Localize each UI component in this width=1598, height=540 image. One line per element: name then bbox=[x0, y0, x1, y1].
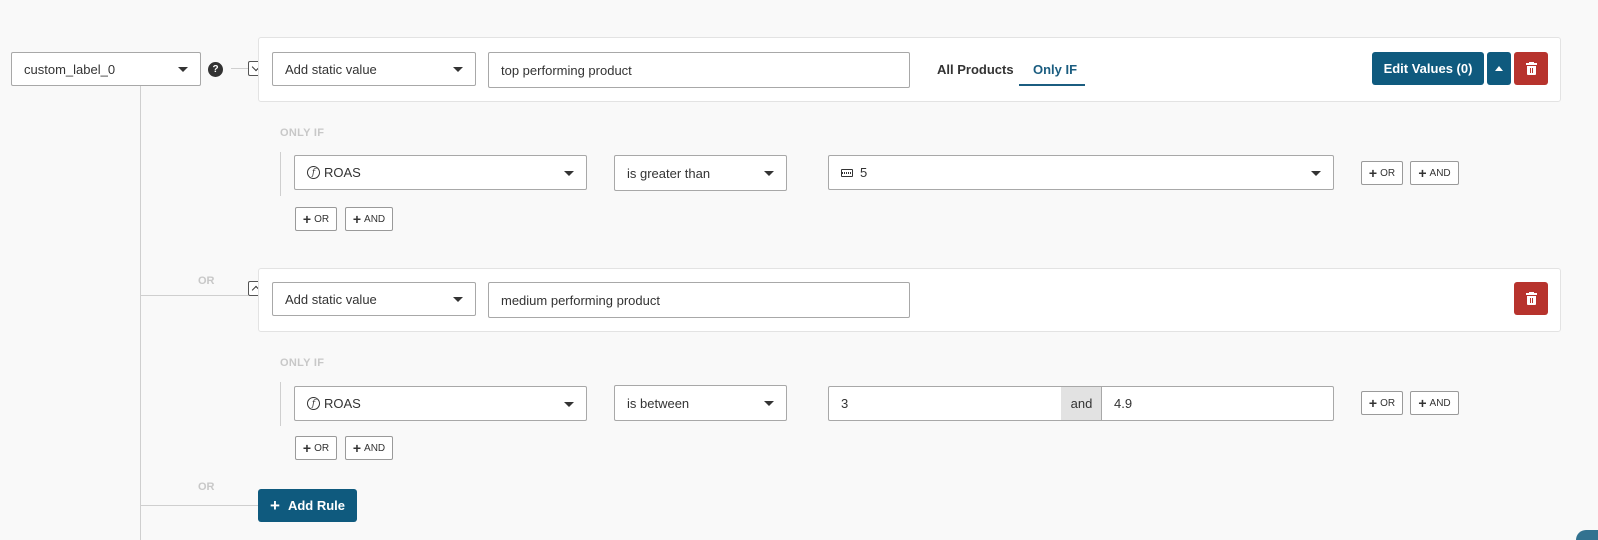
condition-1-and-button[interactable]: + AND bbox=[1410, 161, 1459, 185]
tree-vertical-line bbox=[140, 86, 141, 540]
condition-bar bbox=[280, 382, 281, 426]
chevron-down-icon bbox=[764, 171, 774, 176]
edit-values-label: Edit Values (0) bbox=[1383, 61, 1473, 76]
rule-2-and-button[interactable]: + AND bbox=[345, 436, 393, 460]
condition-bar bbox=[280, 152, 281, 196]
rule-1-or-button[interactable]: + OR bbox=[295, 207, 337, 231]
rule-1-type-value: Add static value bbox=[285, 61, 377, 77]
help-icon[interactable]: ? bbox=[208, 62, 223, 77]
condition-1-or-button[interactable]: + OR bbox=[1361, 161, 1403, 185]
add-rule-button[interactable]: + Add Rule bbox=[258, 489, 357, 522]
chevron-down-icon bbox=[453, 67, 463, 72]
move-up-button[interactable] bbox=[1487, 52, 1511, 85]
field-select-value: custom_label_0 bbox=[24, 61, 116, 77]
rule-2-type-select[interactable]: Add static value bbox=[272, 282, 476, 316]
add-rule-label: Add Rule bbox=[287, 498, 345, 513]
plus-icon: + bbox=[1418, 164, 1427, 181]
condition-2-value-from-input[interactable]: 3 bbox=[828, 386, 1062, 421]
condition-2-operator-select[interactable]: is between bbox=[614, 385, 787, 421]
rule-1-and-button[interactable]: + AND bbox=[345, 207, 393, 231]
function-icon: f bbox=[307, 397, 320, 410]
plus-icon: + bbox=[352, 210, 362, 227]
condition-2-operator-value: is between bbox=[627, 395, 690, 411]
condition-2-value-to-input[interactable]: 4.9 bbox=[1101, 386, 1334, 421]
delete-rule-2-button[interactable] bbox=[1514, 282, 1548, 315]
field-select[interactable]: custom_label_0 bbox=[11, 52, 201, 86]
condition-2-and-button[interactable]: + AND bbox=[1410, 391, 1459, 415]
rule-1-value-text: top performing product bbox=[501, 62, 632, 78]
chevron-down-icon bbox=[178, 67, 188, 72]
plus-icon: + bbox=[1418, 394, 1427, 411]
edit-values-button[interactable]: Edit Values (0) bbox=[1372, 52, 1484, 85]
trash-icon bbox=[1525, 62, 1537, 75]
condition-1-operator-select[interactable]: is greater than bbox=[614, 155, 787, 191]
keyboard-icon bbox=[841, 168, 853, 177]
plus-icon: + bbox=[270, 495, 280, 515]
condition-1-field-value: ROAS bbox=[324, 165, 361, 180]
condition-1-field-select[interactable]: f ROAS bbox=[294, 155, 587, 190]
delete-rule-1-button[interactable] bbox=[1514, 52, 1548, 85]
chevron-down-icon bbox=[564, 401, 574, 407]
tree-connector-3 bbox=[140, 505, 258, 506]
between-and-label: and bbox=[1061, 386, 1102, 421]
rule-2-or-button[interactable]: + OR bbox=[295, 436, 337, 460]
footer-or-connector: OR bbox=[198, 481, 215, 493]
caret-up-icon bbox=[1495, 66, 1503, 71]
tab-all-products[interactable]: All Products bbox=[937, 62, 1014, 77]
tree-connector-2 bbox=[140, 295, 248, 296]
condition-2-field-value: ROAS bbox=[324, 396, 361, 411]
condition-2-value-to: 4.9 bbox=[1114, 396, 1133, 411]
plus-icon: + bbox=[302, 210, 312, 227]
tab-only-if-underline bbox=[1019, 84, 1085, 86]
corner-widget[interactable] bbox=[1576, 530, 1598, 540]
tab-only-if[interactable]: Only IF bbox=[1033, 62, 1077, 77]
condition-1-operator-value: is greater than bbox=[627, 165, 711, 181]
chevron-down-icon bbox=[1311, 170, 1321, 176]
condition-2-value-from: 3 bbox=[841, 396, 849, 411]
chevron-down-icon bbox=[453, 297, 463, 302]
condition-1-value-select[interactable]: 5 bbox=[828, 155, 1334, 190]
trash-icon bbox=[1525, 292, 1537, 305]
rule-1-type-select[interactable]: Add static value bbox=[272, 52, 476, 86]
rule-2-value-input[interactable]: medium performing product bbox=[488, 282, 910, 318]
plus-icon: + bbox=[1368, 394, 1378, 411]
function-icon: f bbox=[307, 166, 320, 179]
rule-2-value-text: medium performing product bbox=[501, 292, 660, 308]
condition-2-or-button[interactable]: + OR bbox=[1361, 391, 1403, 415]
only-if-label: ONLY IF bbox=[280, 357, 325, 369]
plus-icon: + bbox=[352, 439, 362, 456]
chevron-down-icon bbox=[564, 170, 574, 176]
only-if-label: ONLY IF bbox=[280, 127, 325, 139]
chevron-down-icon bbox=[764, 401, 774, 406]
rule-2-type-value: Add static value bbox=[285, 291, 377, 307]
rule-2-or-connector: OR bbox=[198, 275, 215, 287]
condition-2-field-select[interactable]: f ROAS bbox=[294, 386, 587, 421]
plus-icon: + bbox=[1368, 164, 1378, 181]
plus-icon: + bbox=[302, 439, 312, 456]
tree-connector-1 bbox=[231, 68, 248, 69]
rule-1-value-input[interactable]: top performing product bbox=[488, 52, 910, 88]
condition-1-value: 5 bbox=[860, 165, 868, 180]
